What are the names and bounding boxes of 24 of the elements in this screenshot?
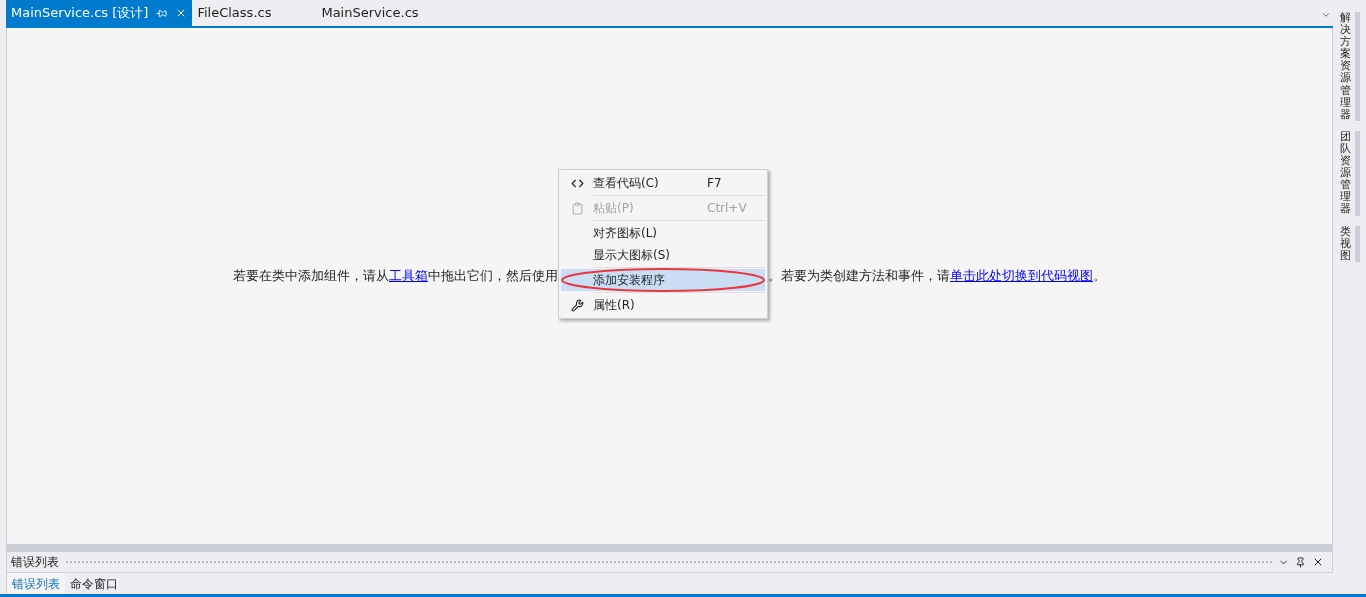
- designer-hint-text: 若要在类中添加组件，请从工具箱中拖出它们，然后使用: [233, 267, 558, 286]
- panel-tab[interactable]: 错误列表: [6, 573, 65, 594]
- menu-item[interactable]: 查看代码(C) F7: [561, 172, 765, 194]
- toolbox-link[interactable]: 工具箱: [389, 268, 428, 284]
- close-icon[interactable]: [1312, 556, 1324, 568]
- clipboard-icon: [570, 201, 584, 215]
- menu-item[interactable]: 属性(R): [561, 294, 765, 316]
- menu-item[interactable]: 显示大图标(S): [561, 244, 765, 266]
- document-tab[interactable]: MainService.cs [设计]: [6, 0, 193, 26]
- pin-icon[interactable]: [1295, 556, 1306, 568]
- side-tab[interactable]: 类视图: [1339, 225, 1360, 262]
- side-tab[interactable]: 解决方案资源管理器: [1339, 12, 1360, 121]
- designer-hint-text: 。若要为类创建方法和事件，请单击此处切换到代码视图。: [768, 267, 1106, 286]
- document-tab[interactable]: FileClass.cs: [192, 0, 277, 26]
- side-tab[interactable]: 团队资源管理器: [1339, 130, 1360, 216]
- panel-title: 错误列表: [11, 554, 59, 571]
- menu-item[interactable]: 添加安装程序: [561, 269, 765, 291]
- document-tab[interactable]: MainService.cs: [316, 0, 424, 26]
- dropdown-icon[interactable]: [1321, 10, 1331, 20]
- panel-tab[interactable]: 命令窗口: [65, 573, 123, 594]
- wrench-icon: [570, 298, 584, 312]
- menu-item[interactable]: 对齐图标(L): [561, 222, 765, 244]
- code-view-link[interactable]: 单击此处切换到代码视图: [950, 268, 1093, 284]
- pin-icon[interactable]: [156, 7, 168, 19]
